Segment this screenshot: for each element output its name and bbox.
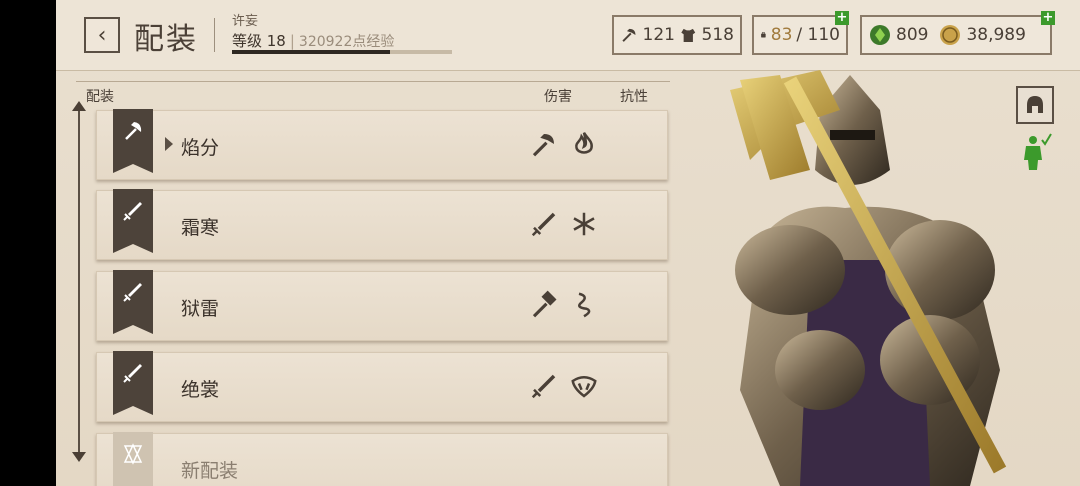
bag-icon [761,32,766,38]
loadout-name: 霜寒 [181,217,220,239]
xp-text: 320922点经验 [298,34,395,50]
shock-icon [578,292,591,318]
gold-value: 38,989 [966,25,1026,45]
scroll-down-arrow[interactable] [72,452,86,462]
weapon-banner [113,189,153,253]
axe-icon [125,122,142,140]
character-preview[interactable] [670,70,1080,486]
level-row: 等级 18 | 320922点经验 [232,32,395,50]
xp-progress-bar [232,50,452,54]
combat-stats[interactable]: 121 518 [612,15,742,55]
weapon-banner [113,270,153,334]
sword-icon [123,283,142,302]
scrollbar[interactable] [78,108,80,458]
loadout-row[interactable]: 狱雷 [96,270,668,341]
helmet-toggle-button[interactable] [1016,86,1054,124]
col-resist: 抗性 [620,89,648,105]
loadout-name: 绝裳 [181,379,220,401]
top-bar: ‹ 配装 许妄 等级 18 | 320922点经验 121 518 83 / 110… [56,0,1080,71]
page-title: 配装 [134,22,198,57]
armor-icon [681,28,696,42]
divider [214,18,215,52]
empty-slot-icon [123,443,143,465]
xp-progress-fill [232,50,391,54]
gem-icon [870,25,890,45]
player-name: 许妄 [232,14,259,29]
inventory-box[interactable]: 83 / 110 [752,15,848,55]
currency-plus-button[interactable]: + [1041,11,1055,25]
sword-icon [123,364,142,383]
poison-icon [571,376,597,398]
selected-indicator [165,137,173,151]
armor-equipped-icon[interactable] [1022,132,1052,172]
loadout-row[interactable]: 霜寒 [96,189,668,260]
col-loadout: 配装 [86,89,114,105]
inventory-cap: / 110 [796,25,840,45]
sword-icon [531,212,556,237]
axe-icon [532,134,554,157]
list-divider [76,81,670,82]
loadout-name: 新配装 [181,460,239,482]
axe-icon [622,28,636,42]
new-loadout-row[interactable]: 新配装 [96,432,668,486]
sword-icon [531,374,556,399]
loadout-row[interactable]: 焰分 [96,109,668,180]
inventory-used: 83 [770,25,793,45]
weapon-banner [113,351,153,415]
gem-value: 809 [896,25,929,45]
armor-value: 518 [701,25,734,45]
attack-value: 121 [642,25,675,45]
loadout-screen: ‹ 配装 许妄 等级 18 | 320922点经验 121 518 83 / 110… [56,0,1080,486]
hammer-icon [532,290,557,318]
sword-icon [123,202,142,221]
col-damage: 伤害 [544,89,572,105]
helmet-icon [1027,96,1043,113]
weapon-banner [113,432,153,486]
frost-icon [573,212,595,236]
weapon-banner [113,109,153,173]
gold-coin-icon [940,25,961,45]
fire-icon [575,132,593,154]
level-label: 等级 18 [232,32,286,50]
loadout-row[interactable]: 绝裳 [96,351,668,422]
chevron-left-icon: ‹ [97,22,107,48]
loadout-name: 焰分 [181,137,220,159]
scroll-up-arrow[interactable] [72,101,86,111]
inventory-plus-button[interactable]: + [835,11,849,25]
currency-box[interactable]: 809 38,989 [860,15,1052,55]
loadout-name: 狱雷 [181,298,220,320]
back-button[interactable]: ‹ [84,17,120,53]
